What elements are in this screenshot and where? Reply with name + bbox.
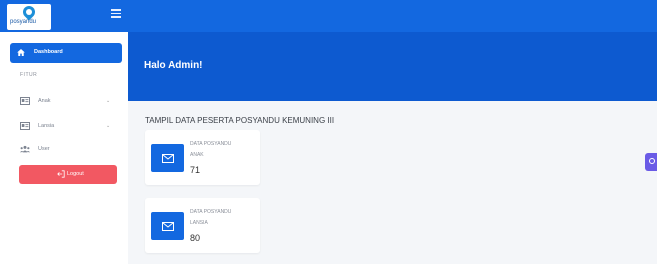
- page-title: TAMPIL DATA PESERTA POSYANDU KEMUNING II…: [145, 116, 335, 125]
- sidebar-item-label: Anak: [38, 98, 51, 104]
- chevron-down-icon: ⌄: [106, 98, 111, 104]
- home-icon: [17, 49, 25, 56]
- sidebar-item-label: Dashboard: [34, 49, 63, 55]
- card-title: DATA POSYANDU: [190, 141, 232, 147]
- sidebar-item-dashboard[interactable]: Dashboard: [10, 43, 122, 63]
- card-value: 80: [190, 233, 201, 243]
- logout-button[interactable]: Logout: [19, 165, 117, 184]
- chevron-down-icon: ⌄: [106, 123, 111, 129]
- sidebar-item-label: User: [38, 146, 50, 152]
- card-icon-box: [151, 212, 184, 240]
- card-subtitle: ANAK: [190, 152, 204, 158]
- section-label-fitur: FITUR: [20, 72, 38, 78]
- sidebar-item-lansia[interactable]: Lansia ⌄: [20, 121, 120, 133]
- stat-card-lansia[interactable]: DATA POSYANDU LANSIA 80: [145, 198, 260, 253]
- settings-widget-button[interactable]: [645, 153, 657, 171]
- card-value: 71: [190, 165, 201, 175]
- sidebar-item-anak[interactable]: Anak ⌄: [20, 96, 120, 108]
- logo-text: posyandu: [10, 19, 37, 25]
- id-card-icon: [20, 122, 30, 130]
- id-card-icon: [20, 97, 30, 105]
- hamburger-menu-icon[interactable]: [111, 9, 121, 18]
- sidebar: posyandu Dashboard FITUR Anak ⌄ Lansia ⌄: [0, 0, 128, 264]
- sidebar-item-label: Lansia: [38, 123, 55, 129]
- logout-label: Logout: [67, 171, 84, 177]
- card-title: DATA POSYANDU: [190, 209, 232, 215]
- envelope-icon: [162, 222, 174, 231]
- greeting-title: Halo Admin!: [144, 60, 203, 71]
- brand-logo[interactable]: posyandu: [7, 3, 51, 30]
- logo-area: posyandu: [0, 0, 128, 32]
- card-icon-box: [151, 144, 184, 172]
- stat-card-anak[interactable]: DATA POSYANDU ANAK 71: [145, 130, 260, 185]
- logout-icon: [57, 170, 65, 178]
- envelope-icon: [162, 154, 174, 163]
- hero-header: Halo Admin!: [128, 32, 657, 101]
- drop-logo-icon: [20, 3, 38, 21]
- sidebar-item-user[interactable]: User: [20, 144, 120, 156]
- card-subtitle: LANSIA: [190, 220, 208, 226]
- gear-icon: [649, 158, 655, 164]
- users-icon: [20, 145, 30, 153]
- top-navbar: [128, 0, 657, 32]
